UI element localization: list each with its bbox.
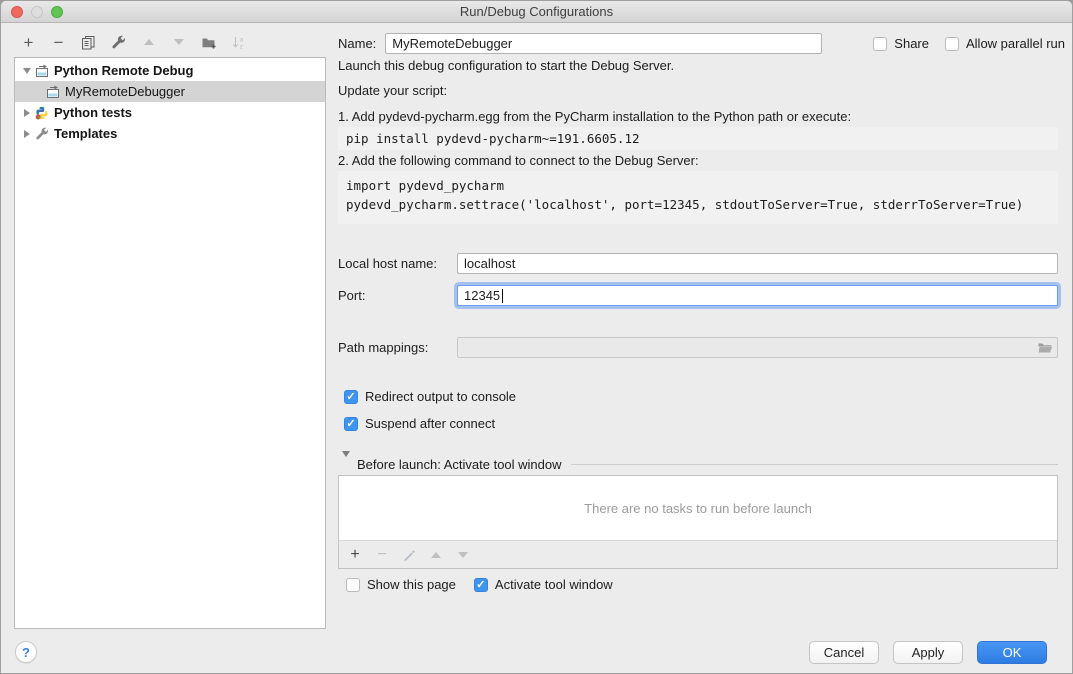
remove-task-icon: − <box>375 546 389 564</box>
apply-button[interactable]: Apply <box>893 641 963 664</box>
checkbox-box[interactable] <box>344 390 358 404</box>
show-this-page-checkbox[interactable]: Show this page <box>346 577 456 592</box>
tree-item-label: Templates <box>54 126 117 141</box>
configurations-tree: Python Remote Debug MyRemoteDebugger Pyt… <box>14 57 326 629</box>
minimize-window-button <box>31 6 43 18</box>
sort-alphabetically-icon: az <box>230 33 247 51</box>
wrench-icon <box>35 127 49 141</box>
remote-debug-icon <box>35 64 49 78</box>
tree-item-python-remote-debug[interactable]: Python Remote Debug <box>15 60 325 81</box>
configuration-editor: Name: Share Allow parallel run Launch th… <box>338 1 1065 674</box>
remove-configuration-icon[interactable]: − <box>50 33 67 51</box>
checkbox-box[interactable] <box>873 37 887 51</box>
empty-task-list-text: There are no tasks to run before launch <box>339 476 1057 540</box>
zoom-window-button[interactable] <box>51 6 63 18</box>
python-tests-icon <box>35 106 49 120</box>
update-script-text: Update your script: <box>338 83 447 98</box>
path-mappings-input[interactable] <box>457 337 1058 358</box>
tree-item-myremotedebugger[interactable]: MyRemoteDebugger <box>15 81 325 102</box>
code-line: import pydevd_pycharm <box>346 178 504 193</box>
tree-item-label: MyRemoteDebugger <box>65 84 185 99</box>
move-up-icon <box>140 33 157 51</box>
suspend-after-connect-checkbox[interactable]: Suspend after connect <box>344 416 495 431</box>
add-task-icon[interactable]: + <box>348 546 362 564</box>
share-checkbox[interactable]: Share <box>873 36 929 51</box>
svg-text:a: a <box>240 36 244 43</box>
step2-text: 2. Add the following command to connect … <box>338 153 699 168</box>
add-configuration-icon[interactable]: + <box>20 33 37 51</box>
move-task-down-icon <box>456 552 470 558</box>
move-down-icon <box>170 33 187 51</box>
activate-tool-window-label: Activate tool window <box>495 577 613 592</box>
checkbox-box[interactable] <box>344 417 358 431</box>
ok-button[interactable]: OK <box>977 641 1047 664</box>
intro-text: Launch this debug configuration to start… <box>338 58 674 73</box>
local-host-name-label: Local host name: <box>338 256 457 271</box>
redirect-output-checkbox[interactable]: Redirect output to console <box>344 389 516 404</box>
activate-tool-window-checkbox[interactable]: Activate tool window <box>474 577 613 592</box>
before-launch-task-list: There are no tasks to run before launch … <box>338 475 1058 569</box>
checkbox-box[interactable] <box>474 578 488 592</box>
checkbox-box[interactable] <box>346 578 360 592</box>
expand-collapse-icon[interactable] <box>22 68 32 74</box>
help-question-icon: ? <box>22 645 30 660</box>
copy-configuration-icon[interactable] <box>80 33 97 51</box>
step1-text: 1. Add pydevd-pycharm.egg from the PyCha… <box>338 109 851 124</box>
text-caret <box>502 289 503 303</box>
new-folder-icon[interactable] <box>200 33 217 51</box>
edit-templates-icon[interactable] <box>110 33 127 51</box>
run-debug-configurations-dialog: Run/Debug Configurations + − az Python R… <box>0 0 1073 674</box>
show-this-page-label: Show this page <box>367 577 456 592</box>
redirect-output-label: Redirect output to console <box>365 389 516 404</box>
pip-install-code: pip install pydevd-pycharm~=191.6605.12 <box>338 127 1058 150</box>
code-line: pydevd_pycharm.settrace('localhost', por… <box>346 197 1023 212</box>
remote-debug-icon <box>46 85 60 99</box>
settrace-code: import pydevd_pycharm pydevd_pycharm.sett… <box>338 171 1058 224</box>
collapse-section-icon[interactable] <box>342 457 350 472</box>
expand-collapse-icon[interactable] <box>22 130 32 138</box>
help-button[interactable]: ? <box>15 641 37 663</box>
allow-parallel-run-label: Allow parallel run <box>966 36 1065 51</box>
configurations-toolbar: + − az <box>20 32 247 52</box>
edit-task-icon <box>402 548 416 561</box>
expand-collapse-icon[interactable] <box>22 109 32 117</box>
close-window-button[interactable] <box>11 6 23 18</box>
browse-folder-icon[interactable] <box>1037 341 1053 357</box>
svg-text:z: z <box>240 43 243 50</box>
section-divider <box>571 464 1058 465</box>
local-host-name-input[interactable] <box>457 253 1058 274</box>
cancel-button[interactable]: Cancel <box>809 641 879 664</box>
before-launch-title: Before launch: Activate tool window <box>357 457 562 472</box>
port-label: Port: <box>338 288 457 303</box>
tree-item-label: Python Remote Debug <box>54 63 193 78</box>
task-list-toolbar: + − <box>339 540 1057 568</box>
tree-item-templates[interactable]: Templates <box>15 123 325 144</box>
name-label: Name: <box>338 36 376 51</box>
tree-item-label: Python tests <box>54 105 132 120</box>
port-input[interactable] <box>457 285 1058 306</box>
share-label: Share <box>894 36 929 51</box>
suspend-after-connect-label: Suspend after connect <box>365 416 495 431</box>
move-task-up-icon <box>429 552 443 558</box>
tree-item-python-tests[interactable]: Python tests <box>15 102 325 123</box>
path-mappings-label: Path mappings: <box>338 340 457 355</box>
name-input[interactable] <box>385 33 822 54</box>
allow-parallel-run-checkbox[interactable]: Allow parallel run <box>945 36 1065 51</box>
checkbox-box[interactable] <box>945 37 959 51</box>
before-launch-section-header[interactable]: Before launch: Activate tool window <box>338 457 1058 472</box>
